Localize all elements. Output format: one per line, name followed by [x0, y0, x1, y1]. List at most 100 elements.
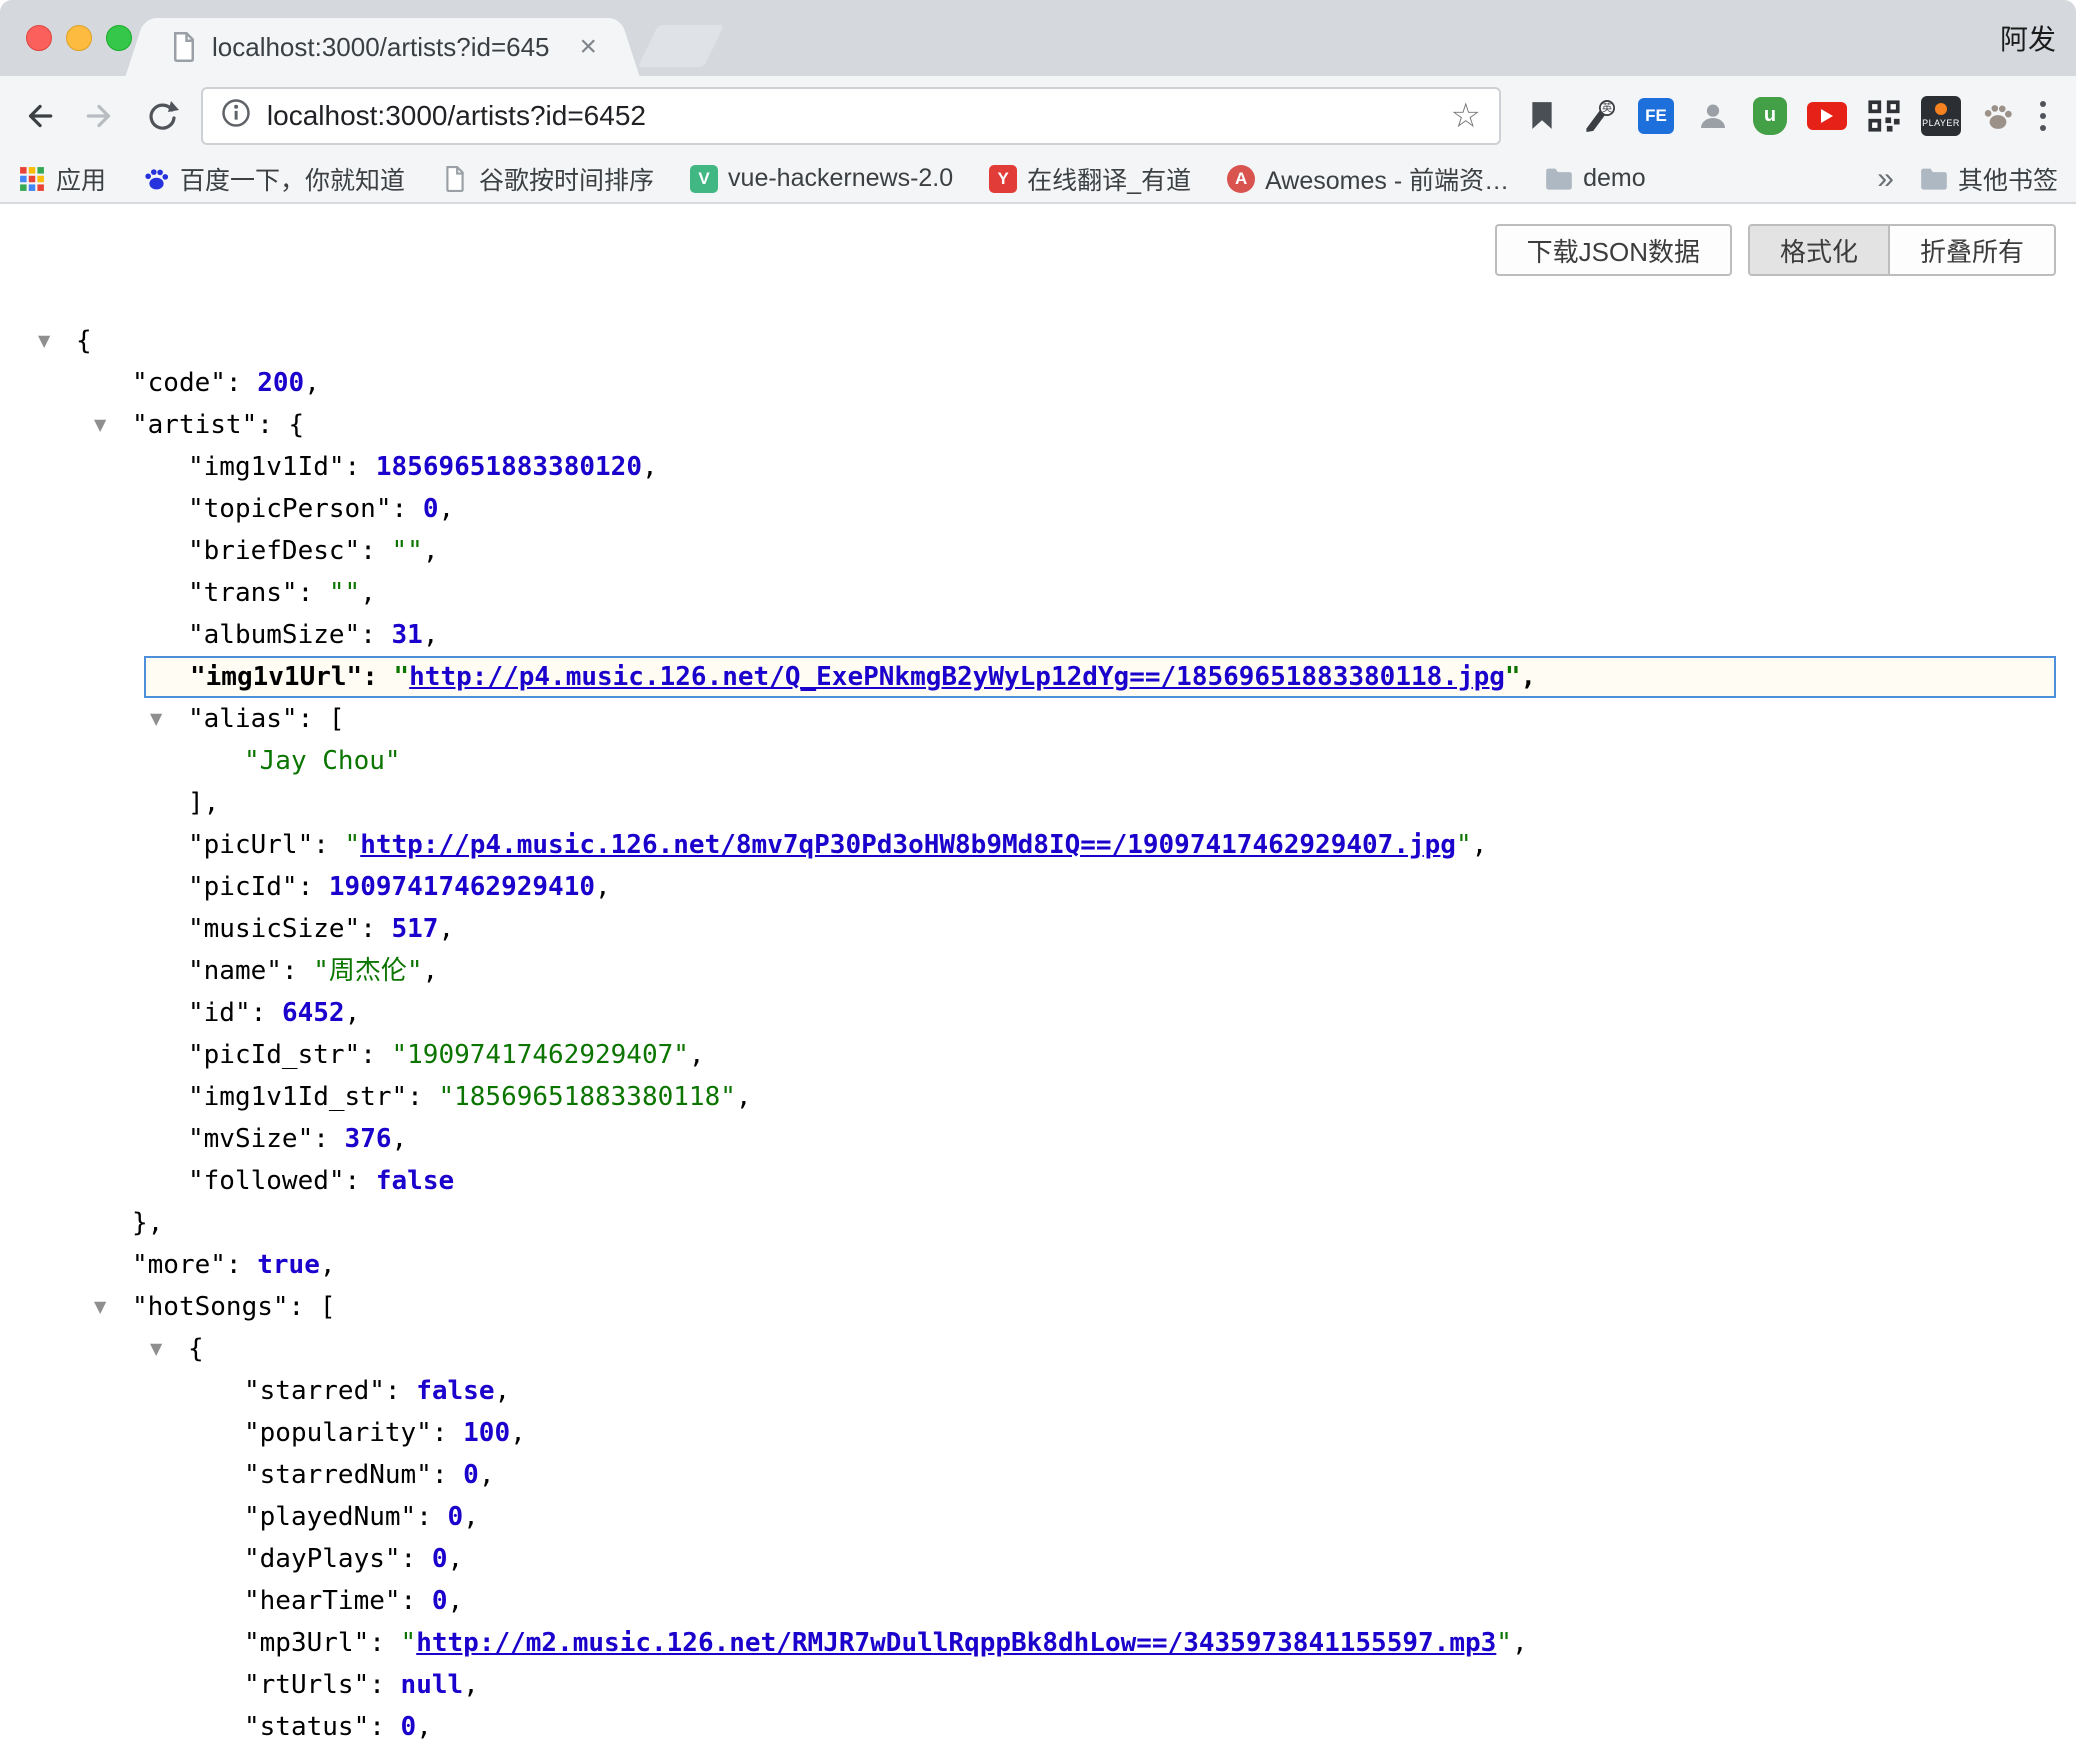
bookmark-flag-extension-icon[interactable]: [1521, 93, 1563, 139]
json-line: "albumSize": 31,: [0, 614, 2076, 656]
json-token-n: 100: [463, 1418, 510, 1448]
json-token-s: ": [1496, 1628, 1512, 1658]
url-input[interactable]: localhost:3000/artists?id=6452: [267, 100, 1435, 132]
page-info-icon[interactable]: [221, 98, 251, 133]
browser-menu-icon[interactable]: [2034, 113, 2060, 119]
json-token-p: :: [360, 914, 391, 944]
other-bookmarks-folder[interactable]: 其他书签: [1920, 161, 2058, 197]
tab-close-icon[interactable]: ×: [579, 32, 597, 62]
json-url-link[interactable]: http://p4.music.126.net/8mv7qP30Pd3oHW8b…: [360, 830, 1456, 860]
awesomes-icon: A: [1227, 165, 1255, 193]
json-line: "trans": "",: [0, 572, 2076, 614]
json-token-p: ,: [345, 998, 361, 1028]
json-token-p: :: [360, 1040, 391, 1070]
bookmark-item-awesomes[interactable]: A Awesomes - 前端资…: [1227, 161, 1509, 197]
download-json-button[interactable]: 下载JSON数据: [1495, 224, 1732, 276]
json-token-p: ,: [689, 1040, 705, 1070]
collapse-triangle-icon[interactable]: ▼: [150, 698, 188, 740]
collapse-triangle-icon[interactable]: ▼: [94, 1286, 132, 1328]
bookmark-star-icon[interactable]: ☆: [1451, 99, 1481, 133]
json-token-key: "hotSongs": [132, 1292, 289, 1322]
unblock-shield-extension-icon[interactable]: u: [1749, 93, 1791, 139]
bookmark-item-demo[interactable]: demo: [1545, 164, 1646, 193]
forward-button[interactable]: [78, 93, 124, 139]
collapse-all-button[interactable]: 折叠所有: [1888, 224, 2056, 276]
json-token-key: "img1v1Id": [188, 452, 345, 482]
json-line: "musicSize": 517,: [0, 908, 2076, 950]
json-token-s: "周杰伦": [313, 956, 422, 986]
close-window-button[interactable]: [26, 25, 52, 51]
page-favicon-icon: [170, 33, 198, 61]
json-line: ▼{: [0, 1328, 2076, 1370]
profile-name[interactable]: 阿发: [2000, 18, 2056, 58]
collapse-triangle-icon[interactable]: ▼: [150, 1328, 188, 1370]
json-line: "img1v1Id_str": "18569651883380118",: [0, 1076, 2076, 1118]
json-line: "mvSize": 376,: [0, 1118, 2076, 1160]
bookmark-label: 在线翻译_有道: [1027, 161, 1191, 197]
person-extension-icon[interactable]: [1692, 93, 1734, 139]
json-token-p: ,: [1472, 830, 1488, 860]
player-extension-icon[interactable]: PLAYER: [1920, 93, 1962, 139]
json-line: "starredNum": 0,: [0, 1454, 2076, 1496]
json-token-p: ,: [1512, 1628, 1528, 1658]
omnibox[interactable]: localhost:3000/artists?id=6452 ☆: [201, 87, 1501, 145]
json-token-key: "alias": [188, 704, 298, 734]
bookmark-label: 百度一下，你就知道: [180, 161, 405, 197]
json-token-p: ,: [736, 1082, 752, 1112]
json-token-p: :: [345, 452, 376, 482]
json-line-highlighted: "img1v1Url": "http://p4.music.126.net/Q_…: [144, 656, 2056, 698]
json-token-s: ": [394, 662, 410, 692]
bookmark-label: 谷歌按时间排序: [479, 161, 654, 197]
json-token-key: "starredNum": [244, 1460, 432, 1490]
json-url-link[interactable]: http://p4.music.126.net/Q_ExePNkmgB2yWyL…: [409, 662, 1505, 692]
json-token-n: 0: [401, 1712, 417, 1742]
maximize-window-button[interactable]: [106, 25, 132, 51]
minimize-window-button[interactable]: [66, 25, 92, 51]
json-token-p: ,: [438, 914, 454, 944]
json-line: "img1v1Id": 18569651883380120,: [0, 446, 2076, 488]
json-token-n: null: [401, 1670, 464, 1700]
json-token-key: "briefDesc": [188, 536, 360, 566]
bookmark-item-vue-hackernews[interactable]: V vue-hackernews-2.0: [690, 164, 953, 193]
json-token-n: 517: [392, 914, 439, 944]
json-url-link[interactable]: http://m2.music.126.net/RMJR7wDullRqppBk…: [416, 1628, 1496, 1658]
bookmarks-overflow-icon[interactable]: »: [1877, 162, 1894, 196]
reload-button[interactable]: [139, 93, 185, 139]
json-token-s: "19097417462929407": [392, 1040, 689, 1070]
json-token-p: {: [76, 326, 92, 356]
collapse-triangle-icon[interactable]: ▼: [94, 404, 132, 446]
json-token-n: 6452: [282, 998, 345, 1028]
json-token-p: : [: [298, 704, 345, 734]
bookmark-item-apps[interactable]: 应用: [18, 161, 106, 197]
translate-pen-extension-icon[interactable]: 英: [1578, 93, 1620, 139]
youtube-extension-icon[interactable]: [1806, 93, 1848, 139]
baidu-paw-icon: [142, 165, 170, 193]
json-line: ▼"hotSongs": [: [0, 1286, 2076, 1328]
bookmark-item-google-sort[interactable]: 谷歌按时间排序: [441, 161, 654, 197]
json-token-p: :: [360, 620, 391, 650]
json-token-n: 0: [463, 1460, 479, 1490]
json-token-p: :: [369, 1628, 400, 1658]
json-line: ▼"alias": [: [0, 698, 2076, 740]
json-token-s: ": [401, 1628, 417, 1658]
json-token-key: "more": [132, 1250, 226, 1280]
paw-extension-icon[interactable]: [1977, 93, 2019, 139]
back-button[interactable]: [16, 93, 62, 139]
bookmark-item-youdao[interactable]: Y 在线翻译_有道: [989, 161, 1191, 197]
json-token-p: :: [416, 1502, 447, 1532]
bookmark-item-baidu[interactable]: 百度一下，你就知道: [142, 161, 405, 197]
json-token-p: :: [313, 1124, 344, 1154]
collapse-triangle-icon[interactable]: ▼: [38, 320, 76, 362]
json-token-n: 0: [448, 1502, 464, 1532]
vue-icon: V: [690, 165, 718, 193]
new-tab-button[interactable]: [638, 25, 724, 67]
format-button[interactable]: 格式化: [1748, 224, 1890, 276]
qrcode-extension-icon[interactable]: [1863, 93, 1905, 139]
json-line: },: [0, 1202, 2076, 1244]
fehelper-extension-icon[interactable]: FE: [1635, 93, 1677, 139]
browser-tab[interactable]: localhost:3000/artists?id=645 ×: [150, 18, 615, 76]
bookmarks-bar: 应用 百度一下，你就知道 谷歌按时间排序 V vue-hackernews-2.…: [0, 155, 2076, 204]
json-token-key: "starred": [244, 1376, 385, 1406]
json-token-n: 31: [392, 620, 423, 650]
json-line: "mp3Url": "http://m2.music.126.net/RMJR7…: [0, 1622, 2076, 1664]
